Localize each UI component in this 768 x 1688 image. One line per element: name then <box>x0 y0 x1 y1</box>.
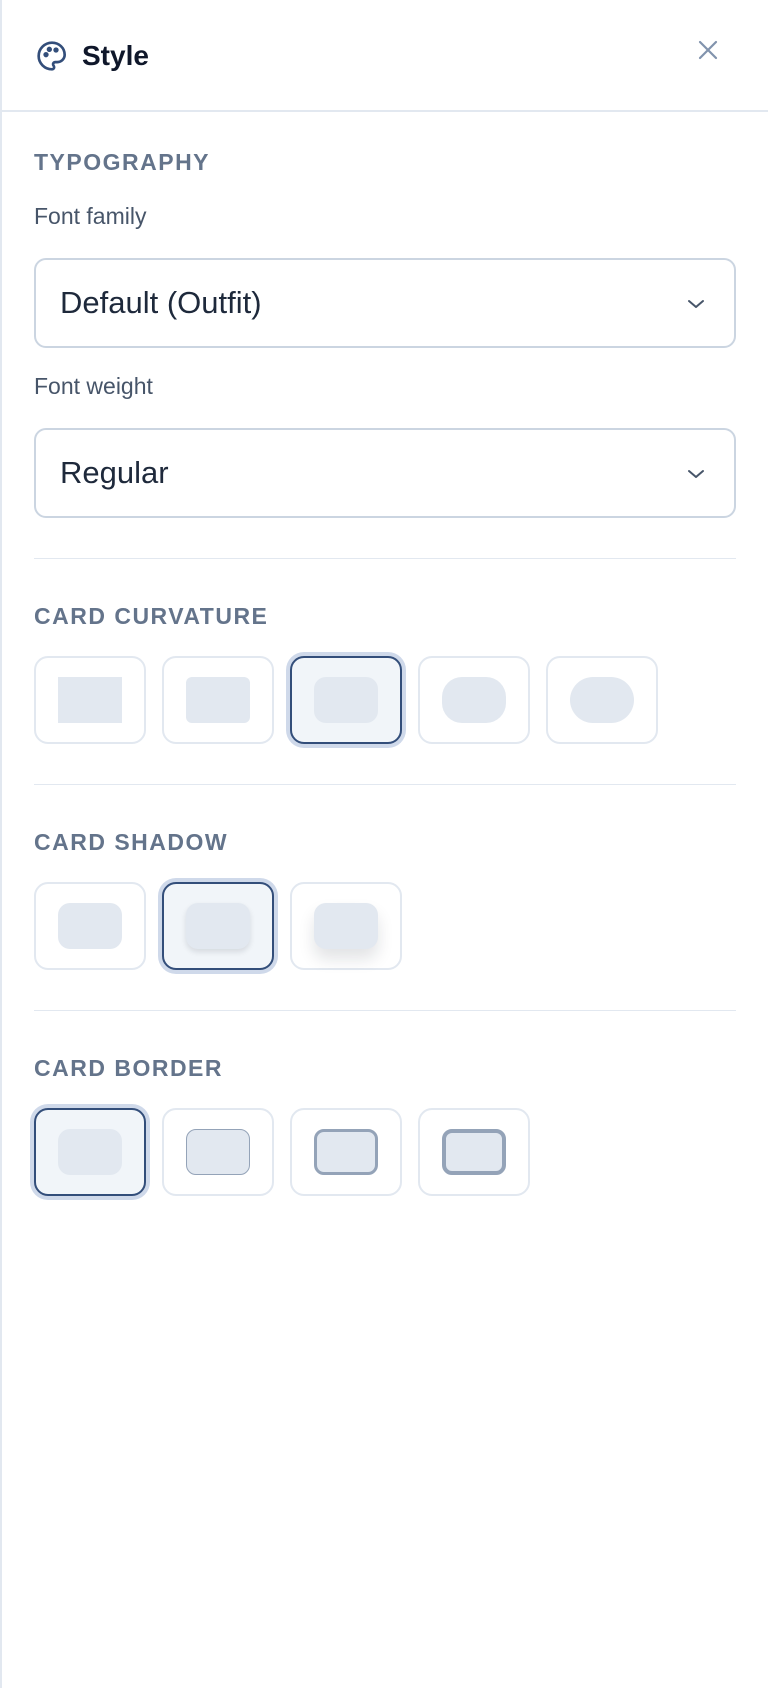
chevron-down-icon <box>684 462 708 486</box>
curvature-option-none[interactable] <box>34 656 146 744</box>
shadow-option-none[interactable] <box>34 882 146 970</box>
card-shadow-section-title: CARD SHADOW <box>34 829 229 855</box>
border-preview <box>314 1129 378 1175</box>
border-option-thin[interactable] <box>162 1108 274 1196</box>
section-divider <box>34 1010 736 1011</box>
border-option-thick[interactable] <box>418 1108 530 1196</box>
font-family-label: Font family <box>34 203 147 229</box>
border-option-medium[interactable] <box>290 1108 402 1196</box>
curvature-preview <box>58 677 122 723</box>
card-shadow-options <box>34 882 736 972</box>
palette-icon <box>36 40 68 72</box>
shadow-preview <box>314 903 378 949</box>
curvature-preview <box>570 677 634 723</box>
panel-title: Style <box>82 40 149 71</box>
close-icon <box>697 39 719 66</box>
curvature-option-medium[interactable] <box>290 656 402 744</box>
shadow-preview <box>58 903 122 949</box>
shadow-option-small[interactable] <box>162 882 274 970</box>
curvature-preview <box>186 677 250 723</box>
font-family-select[interactable]: Default (Outfit) <box>34 258 736 348</box>
panel-header: Style <box>2 0 768 112</box>
typography-section-title: TYPOGRAPHY <box>34 149 211 175</box>
section-divider <box>34 784 736 785</box>
card-curvature-section-title: CARD CURVATURE <box>34 603 269 629</box>
panel-left-border <box>0 0 2 1688</box>
close-button[interactable] <box>690 34 726 70</box>
curvature-preview <box>442 677 506 723</box>
curvature-option-small[interactable] <box>162 656 274 744</box>
border-option-none[interactable] <box>34 1108 146 1196</box>
border-preview <box>186 1129 250 1175</box>
curvature-option-large[interactable] <box>418 656 530 744</box>
font-family-value: Default (Outfit) <box>60 285 262 320</box>
chevron-down-icon <box>684 292 708 316</box>
card-border-section-title: CARD BORDER <box>34 1055 223 1081</box>
card-curvature-options <box>34 656 736 746</box>
border-preview <box>58 1129 122 1175</box>
style-panel: Style TYPOGRAPHY Font family Default (Ou… <box>0 0 768 1688</box>
curvature-preview <box>314 677 378 723</box>
font-weight-select[interactable]: Regular <box>34 428 736 518</box>
section-divider <box>34 558 736 559</box>
shadow-preview <box>186 903 250 949</box>
border-preview <box>442 1129 506 1175</box>
font-weight-label: Font weight <box>34 373 153 399</box>
curvature-option-full[interactable] <box>546 656 658 744</box>
shadow-option-large[interactable] <box>290 882 402 970</box>
font-weight-value: Regular <box>60 455 169 490</box>
card-border-options <box>34 1108 736 1198</box>
